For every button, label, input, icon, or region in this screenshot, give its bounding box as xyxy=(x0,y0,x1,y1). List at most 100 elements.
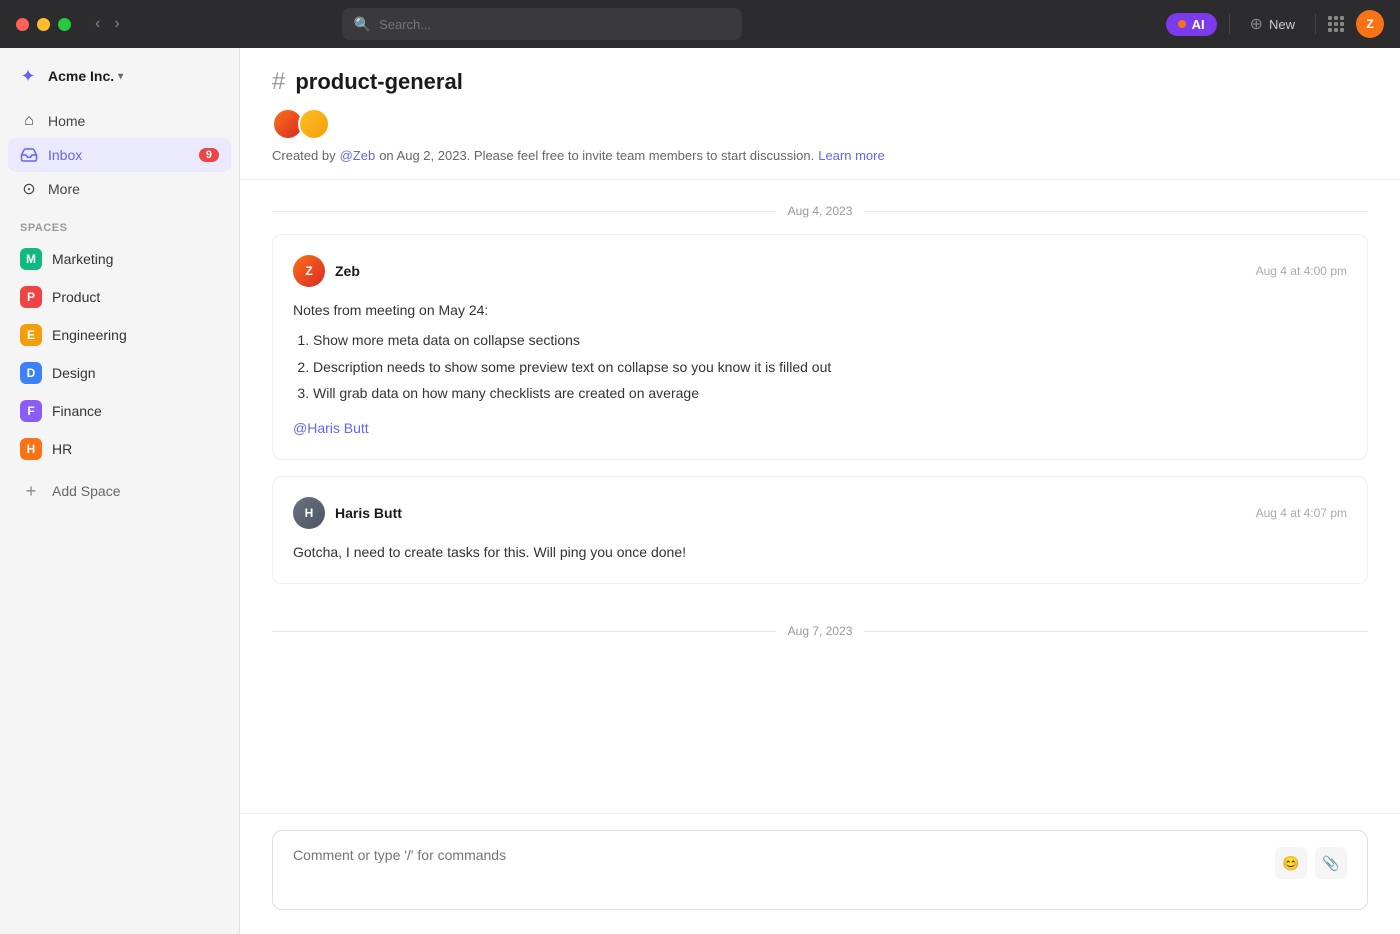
list-item: Will grab data on how many checklists ar… xyxy=(313,382,1347,404)
nav-arrows: ‹ › xyxy=(91,13,124,35)
date-label: Aug 4, 2023 xyxy=(788,204,853,218)
add-space-label: Add Space xyxy=(52,483,121,499)
meta-on: on Aug 2, 2023. Please feel free to invi… xyxy=(379,148,814,163)
space-icon-design: D xyxy=(20,362,42,384)
forward-button[interactable]: › xyxy=(110,13,123,35)
minimize-dot[interactable] xyxy=(37,18,50,31)
comment-section: 😊 📎 xyxy=(240,813,1400,934)
search-input[interactable] xyxy=(379,17,730,32)
message-body: Gotcha, I need to create tasks for this.… xyxy=(293,541,1347,563)
sidebar-item-marketing[interactable]: M Marketing xyxy=(8,240,231,278)
comment-input[interactable] xyxy=(293,847,1275,863)
space-icon-marketing: M xyxy=(20,248,42,270)
space-icon-hr: H xyxy=(20,438,42,460)
message-text: Notes from meeting on May 24: xyxy=(293,299,1347,321)
sidebar-nav: ⌂ Home Inbox 9 ⊙ More xyxy=(0,96,239,206)
learn-more-link[interactable]: Learn more xyxy=(818,148,884,163)
grid-icon[interactable] xyxy=(1328,16,1344,32)
space-label: Marketing xyxy=(52,251,113,267)
grid-dot xyxy=(1328,16,1332,20)
main-layout: ✦ Acme Inc. ▾ ⌂ Home Inbox 9 xyxy=(0,48,1400,934)
hash-icon: # xyxy=(272,68,285,96)
ai-dot xyxy=(1178,20,1186,28)
sidebar-item-design[interactable]: D Design xyxy=(8,354,231,392)
grid-dot xyxy=(1340,28,1344,32)
titlebar-right: AI ⊕ New Z xyxy=(1166,10,1384,38)
titlebar: ‹ › 🔍 AI ⊕ New Z xyxy=(0,0,1400,48)
back-button[interactable]: ‹ xyxy=(91,13,104,35)
channel-title: # product-general xyxy=(272,68,1368,96)
space-icon-finance: F xyxy=(20,400,42,422)
sidebar-item-engineering[interactable]: E Engineering xyxy=(8,316,231,354)
sidebar-item-hr[interactable]: H HR xyxy=(8,430,231,468)
home-icon: ⌂ xyxy=(20,112,38,130)
sidebar-item-label: More xyxy=(48,181,80,197)
meta-created: Created by xyxy=(272,148,336,163)
space-label: Product xyxy=(52,289,100,305)
date-label: Aug 7, 2023 xyxy=(788,624,853,638)
ai-button[interactable]: AI xyxy=(1166,13,1217,36)
message-text: Gotcha, I need to create tasks for this.… xyxy=(293,541,1347,563)
plus-icon: + xyxy=(20,480,42,502)
sidebar: ✦ Acme Inc. ▾ ⌂ Home Inbox 9 xyxy=(0,48,240,934)
message-list: Show more meta data on collapse sections… xyxy=(293,329,1347,404)
space-label: Finance xyxy=(52,403,102,419)
sidebar-header: ✦ Acme Inc. ▾ xyxy=(0,48,239,96)
avatar: H xyxy=(293,497,325,529)
maximize-dot[interactable] xyxy=(58,18,71,31)
comment-box: 😊 📎 xyxy=(272,830,1368,910)
acme-logo: ✦ xyxy=(16,64,40,88)
message-time: Aug 4 at 4:00 pm xyxy=(1256,264,1347,278)
message-mention[interactable]: @Haris Butt xyxy=(293,420,369,436)
channel-avatar-2 xyxy=(298,108,330,140)
list-item: Description needs to show some preview t… xyxy=(313,356,1347,378)
space-label: HR xyxy=(52,441,72,457)
grid-dot xyxy=(1334,22,1338,26)
channel-meta: Created by @Zeb on Aug 2, 2023. Please f… xyxy=(272,148,1368,163)
date-line xyxy=(272,631,776,632)
date-line xyxy=(864,631,1368,632)
avatar: Z xyxy=(293,255,325,287)
user-avatar[interactable]: Z xyxy=(1356,10,1384,38)
date-separator-aug7: Aug 7, 2023 xyxy=(272,600,1368,654)
emoji-button[interactable]: 😊 xyxy=(1275,847,1307,879)
sidebar-item-finance[interactable]: F Finance xyxy=(8,392,231,430)
sidebar-item-label: Home xyxy=(48,113,85,129)
channel-header: # product-general Created by @Zeb on Aug… xyxy=(240,48,1400,180)
message-author: H Haris Butt xyxy=(293,497,402,529)
author-name: Haris Butt xyxy=(335,505,402,521)
sidebar-item-label: Inbox xyxy=(48,147,82,163)
add-space-button[interactable]: + Add Space xyxy=(8,472,231,510)
channel-avatars xyxy=(272,108,1368,140)
attach-button[interactable]: 📎 xyxy=(1315,847,1347,879)
message-card: Z Zeb Aug 4 at 4:00 pm Notes from meetin… xyxy=(272,234,1368,460)
sidebar-item-home[interactable]: ⌂ Home xyxy=(8,104,231,138)
meta-mention[interactable]: @Zeb xyxy=(340,148,376,163)
sidebar-item-inbox[interactable]: Inbox 9 xyxy=(8,138,231,172)
workspace-name[interactable]: Acme Inc. ▾ xyxy=(48,68,123,84)
space-label: Design xyxy=(52,365,96,381)
channel-name: product-general xyxy=(295,69,462,95)
space-icon-product: P xyxy=(20,286,42,308)
date-separator-aug4: Aug 4, 2023 xyxy=(272,180,1368,234)
list-item: Show more meta data on collapse sections xyxy=(313,329,1347,351)
chevron-down-icon: ▾ xyxy=(118,71,123,82)
divider xyxy=(1229,14,1230,34)
sidebar-item-product[interactable]: P Product xyxy=(8,278,231,316)
new-button[interactable]: ⊕ New xyxy=(1242,10,1303,38)
space-label: Engineering xyxy=(52,327,127,343)
grid-dot xyxy=(1334,16,1338,20)
space-icon-engineering: E xyxy=(20,324,42,346)
sidebar-item-more[interactable]: ⊙ More xyxy=(8,172,231,206)
spaces-label: Spaces xyxy=(8,222,231,240)
comment-actions: 😊 📎 xyxy=(1275,847,1347,879)
message-author: Z Zeb xyxy=(293,255,360,287)
window-controls xyxy=(16,18,71,31)
spaces-section: Spaces M Marketing P Product E Engineeri… xyxy=(0,206,239,468)
divider2 xyxy=(1315,14,1316,34)
close-dot[interactable] xyxy=(16,18,29,31)
search-bar[interactable]: 🔍 xyxy=(342,8,742,40)
date-line xyxy=(272,211,776,212)
star-icon: ✦ xyxy=(20,66,35,87)
plus-icon: ⊕ xyxy=(1250,14,1263,34)
